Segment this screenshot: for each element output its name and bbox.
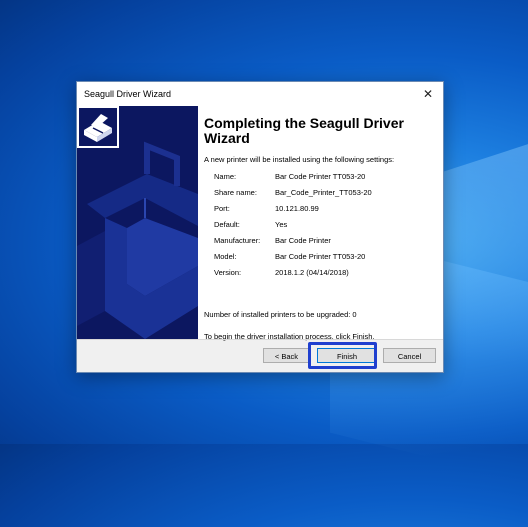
back-button[interactable]: < Back xyxy=(263,348,310,363)
wizard-banner xyxy=(77,106,198,339)
setting-label: Manufacturer: xyxy=(214,236,261,245)
setting-value: Bar_Code_Printer_TT053-20 xyxy=(275,188,372,197)
cancel-button[interactable]: Cancel xyxy=(383,348,436,363)
setting-label: Port: xyxy=(214,204,230,213)
setting-label: Version: xyxy=(214,268,242,277)
setting-value: Bar Code Printer TT053-20 xyxy=(275,252,366,261)
upgrade-count-text: Number of installed printers to be upgra… xyxy=(204,310,357,319)
wizard-content: Completing the Seagull Driver Wizard A n… xyxy=(77,106,443,341)
title-bar: Seagull Driver Wizard ✕ xyxy=(77,82,443,106)
setting-value: 10.121.80.99 xyxy=(275,204,319,213)
setting-label: Name: xyxy=(214,172,237,181)
close-icon[interactable]: ✕ xyxy=(413,82,443,106)
setting-value: Yes xyxy=(275,220,288,229)
printer-logo-icon xyxy=(77,106,119,148)
setting-value: 2018.1.2 (04/14/2018) xyxy=(275,268,349,277)
window-title: Seagull Driver Wizard xyxy=(84,89,172,99)
setting-label: Default: xyxy=(214,220,240,229)
setting-value: Bar Code Printer xyxy=(275,236,331,245)
page-heading: Completing the Seagull Driver Wizard xyxy=(204,115,404,146)
setting-value: Bar Code Printer TT053-20 xyxy=(275,172,366,181)
finish-highlight-box xyxy=(308,342,377,369)
setting-label: Share name: xyxy=(214,188,257,197)
wizard-dialog: Seagull Driver Wizard ✕ Completing the S… xyxy=(76,81,444,373)
intro-text: A new printer will be installed using th… xyxy=(204,155,395,164)
footer-divider xyxy=(77,339,443,340)
setting-label: Model: xyxy=(214,252,237,261)
